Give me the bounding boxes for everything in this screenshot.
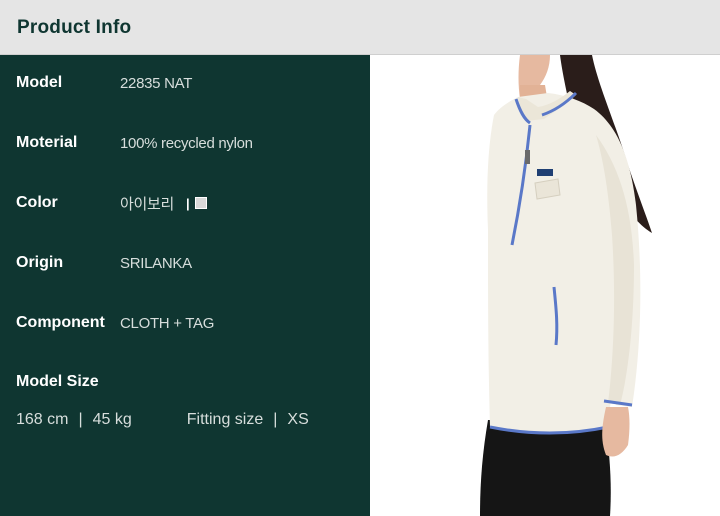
fitting-size-value: XS — [287, 411, 309, 428]
spec-value: CLOTH + TAG — [120, 314, 215, 332]
spec-key: Model — [16, 74, 63, 91]
model-size-label: Model Size — [16, 373, 99, 390]
color-separator: | — [186, 195, 190, 211]
color-swatch — [195, 197, 208, 209]
fitting-size-label: Fitting size — [186, 411, 264, 428]
model-size-values: 168 cm | 45 kg Fitting size | XS — [16, 411, 309, 429]
model-wearing-fleece-image — [480, 55, 652, 516]
spec-row-component: Component CLOTH + TAG — [16, 311, 214, 335]
model-weight: 45 kg — [92, 411, 132, 428]
spec-value: SRILANKA — [120, 254, 192, 272]
spec-value: 22835 NAT — [120, 74, 193, 92]
spec-key: Component — [16, 314, 105, 331]
spec-row-material: Moterial 100% recycled nylon — [16, 131, 253, 155]
spec-key: Moterial — [16, 134, 78, 151]
product-info-panel: Model 22835 NAT Moterial 100% recycled n… — [0, 55, 370, 516]
model-height: 168 cm — [16, 411, 69, 428]
header-bar: Product Info — [0, 0, 720, 55]
spec-row-model: Model 22835 NAT — [16, 71, 192, 95]
size-separator: | — [78, 411, 83, 428]
color-name: 아이보리 — [120, 195, 175, 213]
page-title: Product Info — [17, 17, 132, 38]
product-photo — [370, 55, 720, 516]
fitting-separator: | — [273, 411, 278, 428]
spec-row-origin: Origin SRILANKA — [16, 251, 192, 275]
spec-row-color: Color 아이보리 | — [16, 191, 208, 215]
spec-key: Color — [16, 194, 58, 211]
spec-value: 100% recycled nylon — [120, 134, 253, 152]
spec-key: Origin — [16, 254, 64, 271]
spec-value-wrap: 아이보리 | — [120, 193, 208, 214]
